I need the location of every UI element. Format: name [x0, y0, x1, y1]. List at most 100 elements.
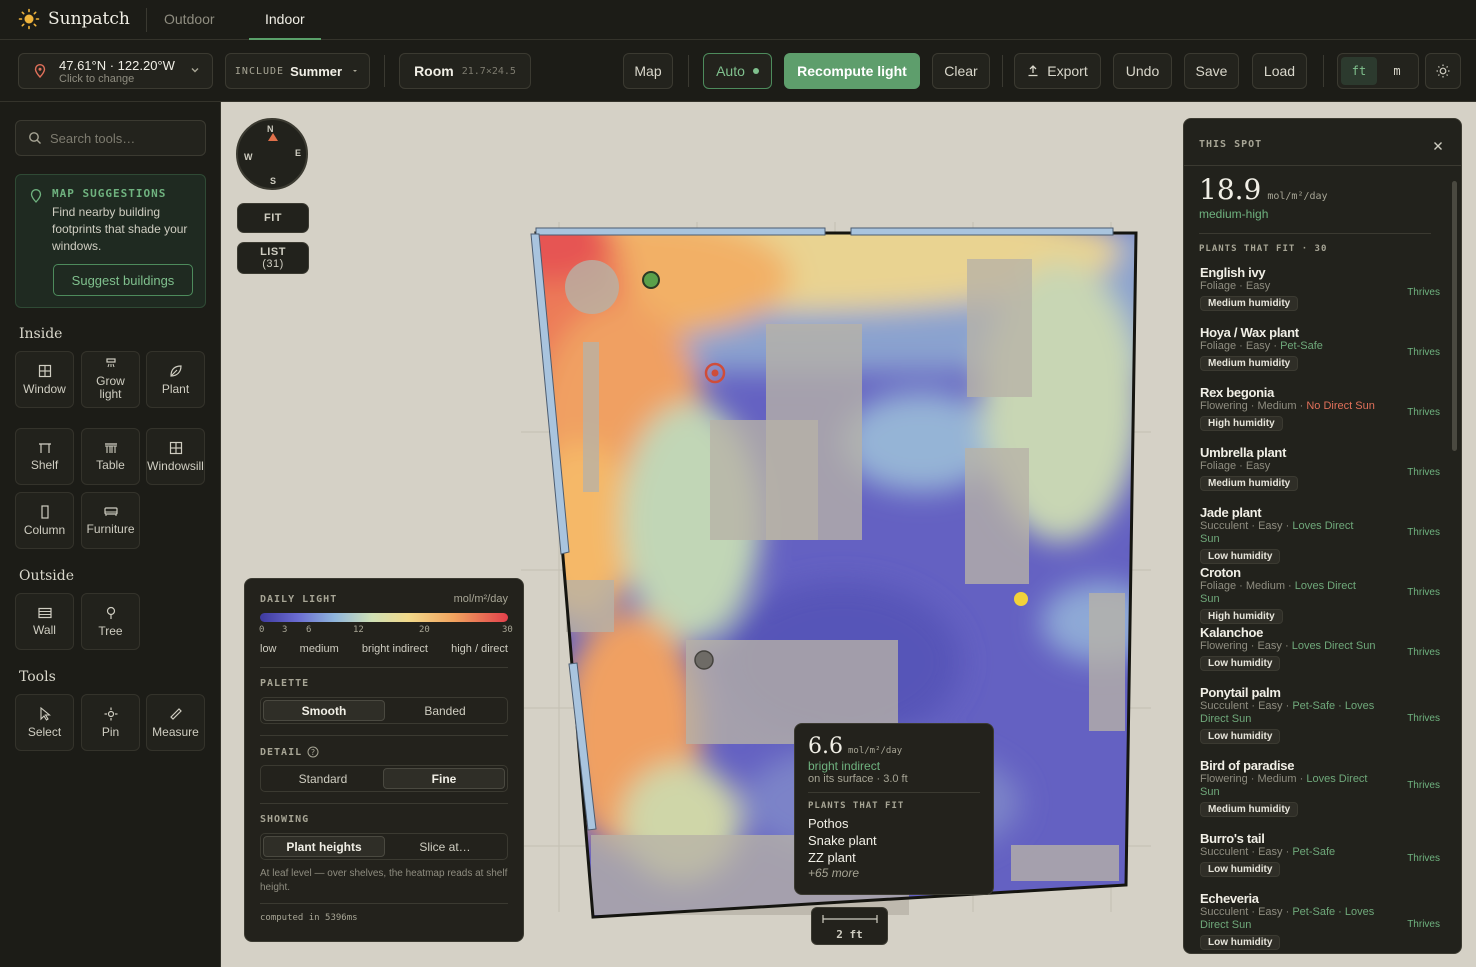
- fit-button[interactable]: FIT: [237, 203, 309, 233]
- wall-icon: [37, 607, 52, 618]
- plant-item[interactable]: Burro's tail Succulent · Easy · Pet-Safe L…: [1200, 831, 1440, 877]
- undo-button[interactable]: Undo: [1113, 53, 1172, 89]
- app-name: Sunpatch: [48, 9, 130, 29]
- location-selector[interactable]: 47.61°N · 122.20°W Click to change: [18, 53, 213, 89]
- auto-toggle[interactable]: Auto: [703, 53, 772, 89]
- export-button[interactable]: Export: [1014, 53, 1101, 89]
- plant-meta-text: Foliage · Easy: [1200, 280, 1271, 292]
- humidity-badge: Low humidity: [1200, 656, 1281, 671]
- search-input[interactable]: Search tools…: [15, 120, 206, 156]
- tool-measure[interactable]: Measure: [146, 694, 205, 751]
- plant-item[interactable]: Echeveria Succulent · Easy · Pet-Safe · L…: [1200, 891, 1440, 950]
- tooltip-unit: mol/m²/day: [848, 746, 903, 756]
- plant-item[interactable]: Umbrella plant Foliage · Easy Medium humid…: [1200, 445, 1440, 491]
- tool-label: Plant: [161, 381, 190, 396]
- tool-label: Shelf: [30, 457, 59, 472]
- room-selector[interactable]: Room 21.7×24.5: [399, 53, 531, 89]
- window[interactable]: [535, 227, 826, 236]
- tool-furniture[interactable]: Furniture: [81, 492, 140, 549]
- suggest-buildings-button[interactable]: Suggest buildings: [53, 264, 193, 296]
- load-button[interactable]: Load: [1252, 53, 1307, 89]
- tool-label: Grow light: [96, 374, 125, 401]
- plant-item[interactable]: Jade plant Succulent · Easy · Loves Direc…: [1200, 505, 1440, 564]
- app-logo[interactable]: Sunpatch: [18, 8, 130, 30]
- showing-plant-heights-option[interactable]: Plant heights: [263, 836, 385, 857]
- plant-status: Thrives: [1407, 587, 1440, 598]
- window[interactable]: [850, 227, 1114, 236]
- plant-item[interactable]: Bird of paradise Flowering · Medium · Lov…: [1200, 758, 1440, 817]
- plant-status: Thrives: [1407, 647, 1440, 658]
- column-marker[interactable]: [565, 260, 619, 314]
- tool-label: Select: [27, 724, 62, 739]
- season-selector[interactable]: INCLUDE Summer: [225, 53, 370, 89]
- furniture-block[interactable]: [566, 580, 614, 632]
- divider: [384, 55, 385, 87]
- furniture-block[interactable]: [965, 448, 1029, 584]
- tab-indoor[interactable]: Indoor: [249, 0, 321, 40]
- plant-item[interactable]: English ivy Foliage · Easy Medium humidity…: [1200, 265, 1440, 311]
- pin-marker[interactable]: [694, 650, 714, 670]
- plant-status: Thrives: [1407, 853, 1440, 864]
- plant-item[interactable]: Rex begonia Flowering · Medium · No Direc…: [1200, 385, 1440, 431]
- plant-item[interactable]: Kalanchoe Flowering · Easy · Loves Direct…: [1200, 625, 1440, 671]
- palette-banded-option[interactable]: Banded: [385, 700, 505, 721]
- save-button[interactable]: Save: [1184, 53, 1239, 89]
- humidity-badge: Low humidity: [1200, 549, 1281, 564]
- tool-windowsill[interactable]: Windowsill: [146, 428, 205, 485]
- floor-plan-canvas[interactable]: N E S W FIT LIST (31) DAILY LIGHT mol/m²…: [221, 102, 1476, 967]
- tool-wall[interactable]: Wall: [15, 593, 74, 650]
- plant-meta: Flowering · Easy · Loves Direct Sun: [1200, 640, 1376, 653]
- furniture-block[interactable]: [967, 259, 1032, 397]
- showing-slice-option[interactable]: Slice at…: [385, 836, 505, 857]
- palette-smooth-option[interactable]: Smooth: [263, 700, 385, 721]
- plant-status: Thrives: [1407, 347, 1440, 358]
- plant-item[interactable]: Hoya / Wax plant Foliage · Easy · Pet-Saf…: [1200, 325, 1440, 371]
- furniture-block[interactable]: [1011, 845, 1119, 881]
- selected-spot-marker[interactable]: [1014, 592, 1028, 606]
- detail-standard-option[interactable]: Standard: [263, 768, 383, 789]
- unit-ft-option[interactable]: ft: [1341, 57, 1377, 85]
- tool-shelf[interactable]: Shelf: [15, 428, 74, 485]
- tool-column[interactable]: Column: [15, 492, 74, 549]
- plant-meta: Foliage · Easy: [1200, 460, 1376, 473]
- tool-select[interactable]: Select: [15, 694, 74, 751]
- compass[interactable]: N E S W: [236, 118, 308, 190]
- tool-tree[interactable]: Tree: [81, 593, 140, 650]
- tool-plant[interactable]: Plant: [146, 351, 205, 408]
- list-button[interactable]: LIST (31): [237, 242, 309, 274]
- spot-title: THIS SPOT: [1199, 139, 1263, 150]
- furniture-block[interactable]: [1089, 593, 1125, 731]
- tool-table[interactable]: Table: [81, 428, 140, 485]
- furniture-block[interactable]: [583, 342, 599, 492]
- plant-item[interactable]: Ponytail palm Succulent · Easy · Pet-Safe…: [1200, 685, 1440, 744]
- tool-grow-light[interactable]: Grow light: [81, 351, 140, 408]
- help-icon[interactable]: ?: [307, 746, 319, 758]
- tool-window[interactable]: Window: [15, 351, 74, 408]
- plant-status: Thrives: [1407, 407, 1440, 418]
- clear-button[interactable]: Clear: [932, 53, 990, 89]
- furniture-block[interactable]: [710, 420, 818, 540]
- divider: [1323, 55, 1324, 87]
- tool-label: Windowsill: [147, 458, 204, 473]
- map-button[interactable]: Map: [623, 53, 673, 89]
- plant-name: English ivy: [1200, 265, 1266, 280]
- band-label: high / direct: [451, 643, 508, 655]
- scrollbar-thumb[interactable]: [1452, 181, 1457, 451]
- scrollbar[interactable]: [1451, 169, 1458, 953]
- theme-toggle-button[interactable]: [1425, 53, 1461, 89]
- plant-status: Thrives: [1407, 287, 1440, 298]
- recompute-light-button[interactable]: Recompute light: [784, 53, 920, 89]
- plant-tag: Pet-Safe: [1280, 340, 1323, 352]
- detail-fine-option[interactable]: Fine: [383, 768, 505, 789]
- close-icon[interactable]: [1433, 141, 1443, 151]
- plant-item[interactable]: Croton Foliage · Medium · Loves Direct Su…: [1200, 565, 1440, 624]
- divider: [1002, 55, 1003, 87]
- tool-pin[interactable]: Pin: [81, 694, 140, 751]
- tab-outdoor[interactable]: Outdoor: [148, 0, 231, 40]
- showing-toggle: Plant heights Slice at…: [260, 833, 508, 860]
- plant-marker[interactable]: [642, 271, 660, 289]
- tool-label: Table: [96, 457, 125, 472]
- map-suggestions-card: MAP SUGGESTIONS Find nearby building foo…: [15, 174, 206, 308]
- unit-m-option[interactable]: m: [1379, 57, 1415, 85]
- plant-status: Thrives: [1407, 919, 1440, 930]
